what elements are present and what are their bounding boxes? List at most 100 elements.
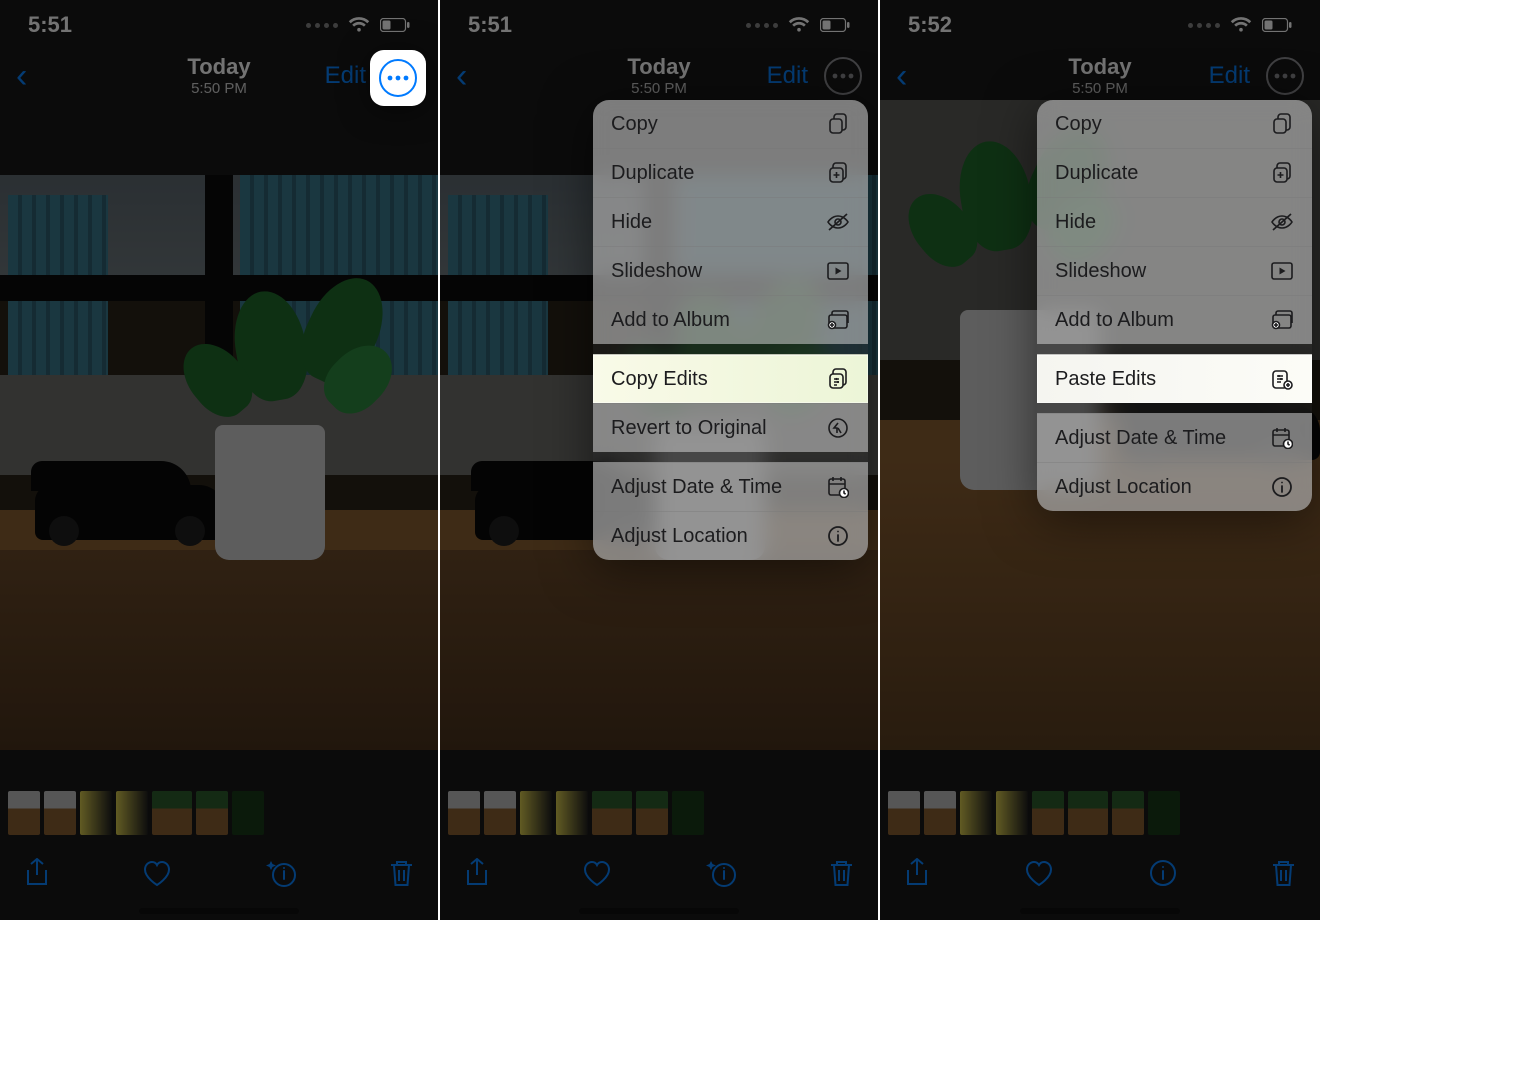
menu-item-duplicate[interactable]: Duplicate [593,148,868,197]
home-indicator[interactable] [579,908,739,914]
edit-button[interactable]: Edit [325,62,366,90]
thumbnail[interactable] [1032,791,1064,835]
thumbnail[interactable] [888,791,920,835]
more-button[interactable] [379,59,417,97]
thumbnail-strip[interactable] [880,789,1320,837]
nav-bar: ‹ Today 5:50 PM Edit [440,50,878,102]
menu-item-slideshow[interactable]: Slideshow [593,246,868,295]
back-button[interactable]: ‹ [16,59,27,93]
edit-button[interactable]: Edit [1209,62,1250,90]
slideshow-icon [826,259,850,283]
battery-icon [1262,18,1292,32]
more-button[interactable] [1266,57,1304,95]
screenshot-panel-2: 5:51 ‹ Today 5:50 PM Edit [440,0,878,920]
thumbnail[interactable] [960,791,992,835]
thumbnail[interactable] [520,791,552,835]
menu-item-add-album[interactable]: Add to Album [1037,295,1312,344]
thumbnail-current[interactable] [152,791,192,835]
wifi-icon [788,17,810,33]
home-indicator[interactable] [139,908,299,914]
menu-item-hide[interactable]: Hide [1037,197,1312,246]
slideshow-icon [1270,259,1294,283]
info-sparkle-icon[interactable] [705,858,737,888]
info-sparkle-icon[interactable] [265,858,297,888]
back-button[interactable]: ‹ [896,59,907,93]
menu-item-hide[interactable]: Hide [593,197,868,246]
share-icon[interactable] [904,858,930,888]
album-icon [826,308,850,332]
hide-icon [826,210,850,234]
share-icon[interactable] [464,858,490,888]
thumbnail[interactable] [232,791,264,835]
paste-edits-icon [1270,367,1294,391]
back-button[interactable]: ‹ [456,59,467,93]
thumbnail-strip[interactable] [0,789,438,837]
duplicate-icon [826,161,850,185]
menu-item-paste-edits[interactable]: Paste Edits [1037,354,1312,403]
menu-label: Adjust Location [611,525,748,548]
trash-icon[interactable] [829,859,854,888]
menu-label: Slideshow [611,260,702,283]
thumbnail[interactable] [116,791,148,835]
thumbnail-current[interactable] [592,791,632,835]
home-indicator[interactable] [1020,908,1180,914]
info-icon[interactable] [1149,859,1177,887]
album-icon [1270,308,1294,332]
thumbnail[interactable] [44,791,76,835]
cell-signal-icon [306,23,338,28]
thumbnail[interactable] [996,791,1028,835]
menu-item-duplicate[interactable]: Duplicate [1037,148,1312,197]
thumbnail[interactable] [1148,791,1180,835]
thumbnail[interactable] [448,791,480,835]
thumbnail[interactable] [484,791,516,835]
trash-icon[interactable] [389,859,414,888]
thumbnail[interactable] [80,791,112,835]
menu-item-add-album[interactable]: Add to Album [593,295,868,344]
favorite-icon[interactable] [142,860,172,887]
thumbnail-current[interactable] [1068,791,1108,835]
context-menu: Copy Duplicate Hide Slideshow Add to Alb… [593,100,868,560]
menu-item-adjust-location[interactable]: Adjust Location [1037,462,1312,511]
menu-label: Copy [1055,113,1102,136]
menu-item-copy-edits[interactable]: Copy Edits [593,354,868,403]
menu-label: Paste Edits [1055,368,1156,391]
status-time: 5:52 [908,12,952,38]
menu-item-slideshow[interactable]: Slideshow [1037,246,1312,295]
menu-item-adjust-date[interactable]: Adjust Date & Time [593,462,868,511]
more-button[interactable] [824,57,862,95]
revert-icon [826,416,850,440]
calendar-icon [826,475,850,499]
cell-signal-icon [1188,23,1220,28]
duplicate-icon [1270,161,1294,185]
edit-button[interactable]: Edit [767,62,808,90]
thumbnail[interactable] [556,791,588,835]
menu-item-revert[interactable]: Revert to Original [593,403,868,452]
thumbnail[interactable] [672,791,704,835]
menu-label: Copy Edits [611,368,708,391]
menu-item-copy[interactable]: Copy [1037,100,1312,148]
thumbnail[interactable] [8,791,40,835]
menu-label: Hide [611,211,652,234]
favorite-icon[interactable] [582,860,612,887]
wifi-icon [1230,17,1252,33]
screenshot-panel-1: 5:51 ‹ Today 5:50 PM Edit [0,0,438,920]
menu-item-copy[interactable]: Copy [593,100,868,148]
thumbnail[interactable] [1112,791,1144,835]
thumbnail[interactable] [636,791,668,835]
status-time: 5:51 [468,12,512,38]
nav-bar: ‹ Today 5:50 PM Edit [880,50,1320,102]
copy-icon [1270,112,1294,136]
battery-icon [820,18,850,32]
thumbnail[interactable] [924,791,956,835]
menu-item-adjust-date[interactable]: Adjust Date & Time [1037,413,1312,462]
share-icon[interactable] [24,858,50,888]
screenshot-panel-3: 5:52 ‹ Today 5:50 PM Edit [880,0,1320,920]
trash-icon[interactable] [1271,859,1296,888]
info-icon [826,524,850,548]
thumbnail-strip[interactable] [440,789,878,837]
thumbnail[interactable] [196,791,228,835]
battery-icon [380,18,410,32]
menu-label: Adjust Location [1055,476,1192,499]
menu-item-adjust-location[interactable]: Adjust Location [593,511,868,560]
favorite-icon[interactable] [1024,860,1054,887]
